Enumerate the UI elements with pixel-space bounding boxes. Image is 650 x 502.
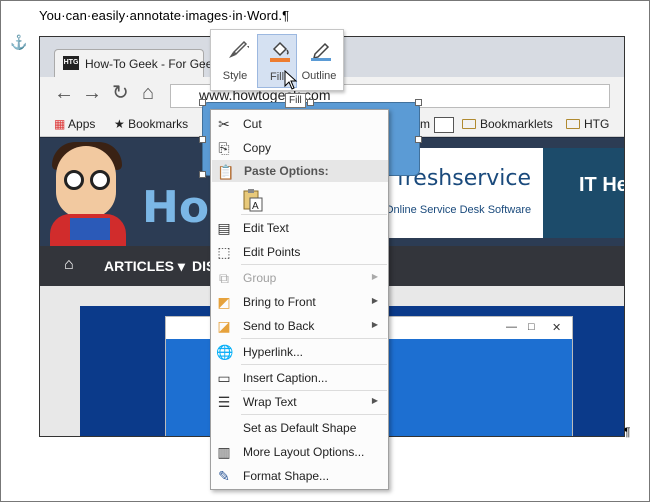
send-to-back-icon: ◪ [217,318,231,334]
browser-tab: HTG How-To Geek - For Gee [54,49,212,77]
style-button[interactable]: Style [215,34,255,88]
menu-separator [241,338,387,339]
wrap-text-icon: ☰ [217,394,231,410]
htg-favicon-icon: HTG [63,56,79,70]
insert-caption-icon: ▭ [217,370,231,386]
paste-options-header: 📋 Paste Options: [212,160,388,182]
layout-options-icon: ▥ [217,444,231,460]
mini-toolbar: Style Fill Outline [210,29,344,91]
fill-tooltip: Fill [285,93,306,108]
menu-item-bring-to-front[interactable]: ◩ Bring to Front ▶ [211,290,388,314]
resize-handle-tr[interactable] [415,99,422,106]
ad-dark-panel: IT He [543,148,625,238]
hyperlink-icon: 🌐 [216,344,234,360]
star-icon: ★ [114,117,129,131]
submenu-arrow-icon: ▶ [371,272,378,281]
outline-label: Outline [301,70,337,82]
menu-item-wrap-text[interactable]: ☰ Wrap Text ▶ [211,390,388,414]
clipboard-icon: 📋 [217,164,235,180]
back-arrow-icon: ← [54,82,74,104]
menu-item-send-to-back[interactable]: ◪ Send to Back ▶ [211,314,388,338]
edit-points-icon: ⬚ [217,244,231,260]
apps-grid-icon: ▦ [54,117,69,131]
site-menu-articles: ARTICLES ▾ [104,258,185,274]
svg-text:A: A [252,201,259,212]
context-menu: ✂ Cut ⎘ Copy 📋 Paste Options: A ▤ Edit T… [210,109,389,490]
outline-button[interactable]: Outline [299,34,339,88]
ad-dark-text: IT He [579,174,625,196]
outline-pen-icon [311,42,331,61]
style-label: Style [222,70,248,82]
bring-to-front-icon: ◩ [217,294,231,310]
bookmark-apps: ▦ Apps [54,117,96,131]
bookmark-bookmarklets: Bookmarklets [462,117,553,131]
ad-subtitle: Online Service Desk Software [385,204,532,216]
minimize-icon: — [506,321,517,333]
copy-icon: ⎘ [218,140,230,156]
home-icon: ⌂ [142,82,155,104]
menu-item-cut[interactable]: ✂ Cut [211,112,388,136]
anchor-icon[interactable]: ⚓ [10,34,27,51]
mouse-cursor-icon [284,70,298,90]
folder-icon [566,119,580,129]
menu-item-edit-points[interactable]: ⬚ Edit Points [211,240,388,264]
forward-arrow-icon: → [82,82,102,104]
folder-icon [462,119,476,129]
paragraph-mark: ¶ [624,425,631,439]
menu-item-copy[interactable]: ⎘ Copy [211,136,388,160]
resize-handle-left[interactable] [199,136,206,143]
mascot-glasses-left [64,170,84,190]
edit-text-icon: ▤ [217,220,231,236]
paste-keep-text-icon[interactable]: A [243,188,263,212]
menu-separator [241,214,387,215]
scissors-icon: ✂ [218,116,230,132]
style-brush-icon [229,40,249,58]
group-icon: ⧉ [219,270,229,286]
bookmark-bookmarks: ★ Bookmarks [114,117,189,131]
mascot-cape [70,218,110,240]
maximize-icon: □ [528,321,535,333]
site-home-icon: ⌂ [64,256,74,273]
resize-handle-top[interactable] [307,99,314,106]
menu-item-format-shape[interactable]: ✎ Format Shape... [211,464,388,488]
document-page: You·can·easily·annotate·images·in·Word.¶… [0,0,650,502]
resize-handle-right[interactable] [415,136,422,143]
resize-handle-bl[interactable] [199,171,206,178]
document-text[interactable]: You·can·easily·annotate·images·in·Word.¶ [39,8,289,23]
bookmark-icon-thumb [434,117,454,136]
menu-item-hyperlink[interactable]: 🌐 Hyperlink... [211,340,388,364]
menu-item-more-layout-options[interactable]: ▥ More Layout Options... [211,440,388,464]
bookmark-partial: m [420,117,430,131]
submenu-arrow-icon: ▶ [371,396,378,405]
reload-icon: ↻ [112,82,129,104]
paint-bucket-icon [270,41,290,62]
menu-item-edit-text[interactable]: ▤ Edit Text [211,216,388,240]
mascot-glasses-right [90,170,110,190]
menu-item-set-default-shape[interactable]: Set as Default Shape [211,416,388,440]
bookmark-htg: HTG [566,117,609,131]
close-icon: ✕ [552,322,562,334]
menu-separator [241,264,387,265]
menu-item-group[interactable]: ⧉ Group ▶ [211,266,388,290]
submenu-arrow-icon: ▶ [371,320,378,329]
menu-item-insert-caption[interactable]: ▭ Insert Caption... [211,366,388,390]
resize-handle-tl[interactable] [199,99,206,106]
submenu-arrow-icon: ▶ [371,296,378,305]
menu-separator [241,364,387,365]
menu-separator [241,414,387,415]
format-shape-icon: ✎ [218,468,230,484]
tab-title: How-To Geek - For Gee [85,57,213,71]
